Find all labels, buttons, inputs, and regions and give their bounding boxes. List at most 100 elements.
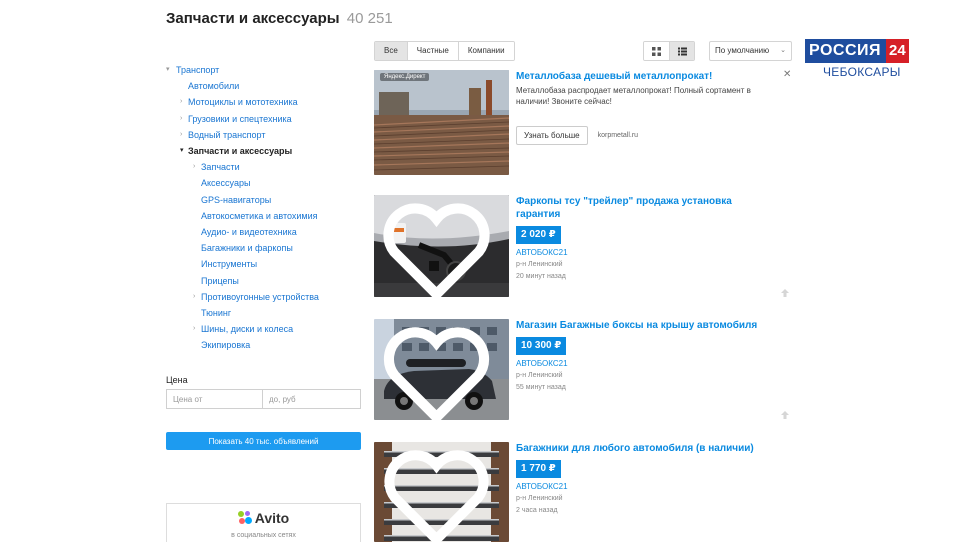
listing-title[interactable]: Фаркопы тсу "трейлер" продажа установка …: [516, 195, 766, 221]
category-label: Инструменты: [201, 259, 258, 270]
seller-name[interactable]: АВТОБОКС21: [516, 359, 766, 368]
heart-icon[interactable]: [374, 200, 504, 297]
ad-title[interactable]: Металлобаза дешевый металлопрокат!: [516, 70, 766, 83]
price-badge: 10 300 ₽: [516, 337, 567, 355]
price-from-input[interactable]: [166, 389, 263, 409]
price-badge: 1 770 ₽: [516, 460, 561, 478]
category-label: Экипировка: [201, 340, 251, 351]
tv-channel-city: ЧЕБОКСАРЫ: [823, 65, 901, 79]
category-label: Противоугонные устройства: [201, 291, 319, 302]
chevron-right-icon: ›: [193, 292, 196, 300]
ad-listing[interactable]: Яндекс.Директ Металлобаза дешевый металл…: [374, 70, 784, 175]
raise-listing-icon[interactable]: [780, 288, 790, 298]
category-accessories[interactable]: Аксессуары: [166, 175, 362, 191]
avito-dots-icon: [237, 511, 252, 525]
category-autocosmetics[interactable]: Автокосметика и автохимия: [166, 208, 362, 224]
raise-listing-icon[interactable]: [780, 410, 790, 420]
category-trucks[interactable]: › Грузовики и спецтехника: [166, 111, 362, 127]
category-label: Аксессуары: [201, 178, 251, 189]
category-audio-video[interactable]: Аудио- и видеотехника: [166, 224, 362, 240]
category-parts-accessories[interactable]: ▾ Запчасти и аксессуары: [166, 143, 362, 159]
category-parts[interactable]: › Запчасти: [166, 159, 362, 175]
listing-title[interactable]: Магазин Багажные боксы на крышу автомоби…: [516, 319, 766, 332]
listing-time: 55 минут назад: [516, 384, 566, 391]
category-roof-racks[interactable]: Багажники и фаркопы: [166, 240, 362, 256]
category-label: Мотоциклы и мототехника: [188, 97, 298, 108]
tv-channel-number: 24: [886, 39, 909, 63]
seller-name[interactable]: АВТОБОКС21: [516, 482, 766, 491]
category-label: Водный транспорт: [188, 129, 266, 140]
category-label: Автокосметика и автохимия: [201, 210, 318, 221]
category-label: Транспорт: [176, 65, 220, 75]
heart-icon[interactable]: [374, 447, 504, 542]
grid-view-icon: [652, 46, 661, 56]
listing-item[interactable]: Магазин Багажные боксы на крышу автомоби…: [374, 319, 784, 420]
category-transport[interactable]: ▾ Транспорт: [166, 62, 362, 78]
category-label: Запчасти: [201, 162, 240, 173]
chevron-right-icon: ›: [180, 98, 183, 106]
category-tuning[interactable]: Тюнинг: [166, 305, 362, 321]
category-label: GPS-навигаторы: [201, 194, 272, 205]
category-label: Грузовики и спецтехника: [188, 113, 292, 124]
category-tools[interactable]: Инструменты: [166, 256, 362, 272]
chevron-right-icon: ›: [193, 325, 196, 333]
category-anti-theft[interactable]: › Противоугонные устройства: [166, 289, 362, 305]
category-label: Прицепы: [201, 275, 239, 286]
category-gear[interactable]: Экипировка: [166, 337, 362, 353]
sort-select-value: По умолчанию: [715, 46, 770, 55]
listing-image[interactable]: [374, 442, 509, 542]
listing-location: р-н Ленинский: [516, 261, 563, 268]
category-motorcycles[interactable]: › Мотоциклы и мототехника: [166, 94, 362, 110]
chevron-right-icon: ›: [193, 163, 196, 171]
list-view-button[interactable]: [669, 42, 694, 60]
sort-select[interactable]: По умолчанию ⌄: [709, 41, 792, 61]
listing-image[interactable]: [374, 319, 509, 420]
category-label: Шины, диски и колеса: [201, 324, 294, 335]
heart-icon[interactable]: [374, 324, 504, 420]
close-icon[interactable]: ✕: [783, 70, 791, 80]
seller-name[interactable]: АВТОБОКС21: [516, 248, 766, 257]
category-label: Автомобили: [188, 81, 240, 92]
category-label: Багажники и фаркопы: [201, 243, 293, 254]
tab-companies[interactable]: Компании: [458, 42, 514, 60]
chevron-right-icon: ›: [180, 130, 183, 138]
category-trailers[interactable]: Прицепы: [166, 273, 362, 289]
category-tires-wheels[interactable]: › Шины, диски и колеса: [166, 321, 362, 337]
page-title: Запчасти и аксессуары 40 251: [166, 10, 393, 27]
learn-more-button[interactable]: Узнать больше: [516, 126, 588, 145]
listing-info: Багажники для любого автомобиля (в налич…: [516, 442, 766, 515]
show-listings-button[interactable]: Показать 40 тыс. объявлений: [166, 432, 361, 450]
ad-image[interactable]: Яндекс.Директ: [374, 70, 509, 175]
price-to-input[interactable]: [263, 389, 361, 409]
chevron-down-icon: ▾: [180, 147, 184, 155]
category-sidebar: ▾ Транспорт Автомобили › Мотоциклы и мотот…: [166, 62, 362, 354]
category-cars[interactable]: Автомобили: [166, 78, 362, 94]
listing-title[interactable]: Багажники для любого автомобиля (в налич…: [516, 442, 766, 455]
tab-all[interactable]: Все: [375, 42, 408, 60]
chevron-down-icon: ▾: [166, 66, 170, 73]
metal-yard-photo: [374, 70, 509, 175]
ad-actions: Узнать больше korpmetall.ru: [516, 126, 766, 145]
view-toggle: [643, 41, 695, 61]
category-label: Аудио- и видеотехника: [201, 227, 297, 238]
category-gps[interactable]: GPS-навигаторы: [166, 192, 362, 208]
ad-domain[interactable]: korpmetall.ru: [598, 132, 638, 139]
listing-location: р-н Ленинский: [516, 372, 563, 379]
avito-social-promo[interactable]: Avito в социальных сетях: [166, 503, 361, 542]
chevron-right-icon: ›: [180, 114, 183, 122]
listing-item[interactable]: Багажники для любого автомобиля (в налич…: [374, 442, 784, 542]
category-water-transport[interactable]: › Водный транспорт: [166, 127, 362, 143]
page-title-text: Запчасти и аксессуары: [166, 10, 340, 27]
listing-info: Магазин Багажные боксы на крышу автомоби…: [516, 319, 766, 392]
listing-image[interactable]: [374, 195, 509, 297]
price-filter-label: Цена: [166, 375, 188, 385]
list-view-icon: [677, 47, 687, 55]
category-label: Тюнинг: [201, 308, 232, 319]
tab-private[interactable]: Частные: [407, 42, 459, 60]
avito-logo: Avito: [237, 510, 289, 526]
ad-description: Металлобаза распродает металлопрокат! По…: [516, 86, 751, 106]
grid-view-button[interactable]: [644, 42, 669, 60]
price-filter: [166, 389, 361, 409]
chevron-down-icon: ⌄: [780, 47, 786, 54]
listing-item[interactable]: Фаркопы тсу "трейлер" продажа установка …: [374, 195, 784, 297]
